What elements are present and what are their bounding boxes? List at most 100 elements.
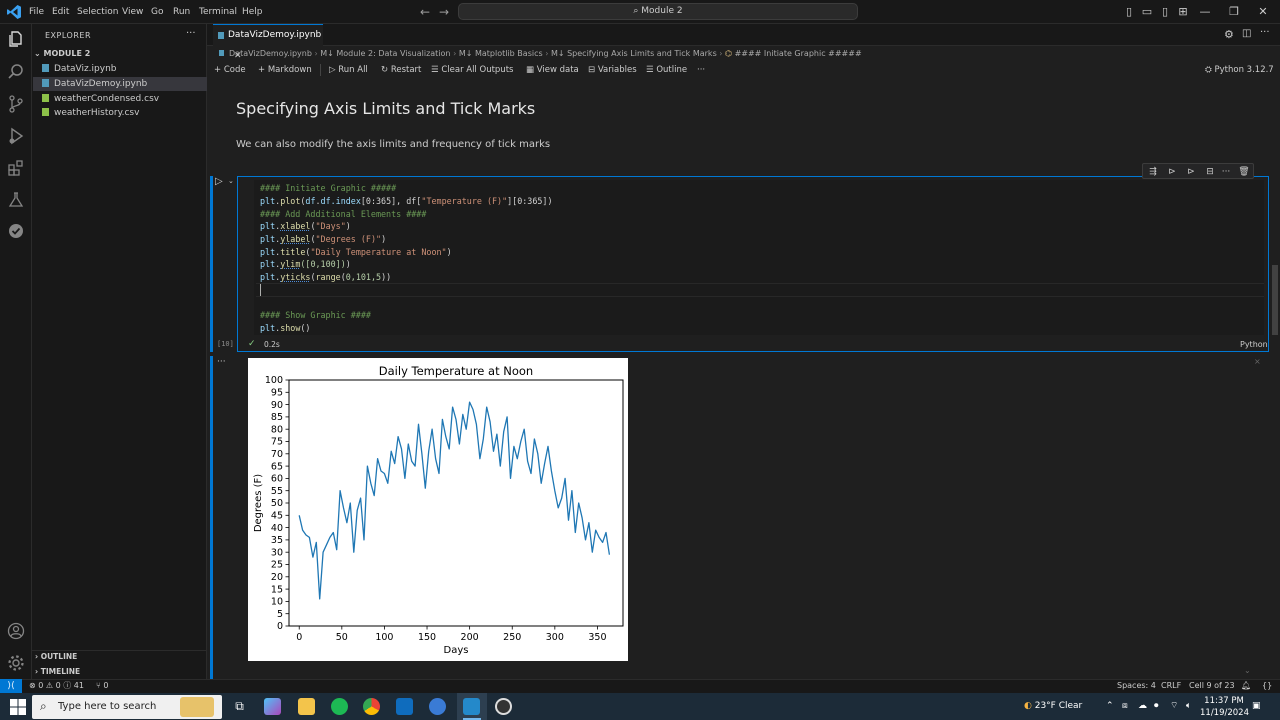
- ports-indicator[interactable]: ⑂ 0: [96, 679, 108, 693]
- variables-button[interactable]: ⊟ Variables: [588, 63, 637, 77]
- notification-center-icon[interactable]: ▣: [1252, 693, 1261, 720]
- todo-icon[interactable]: [429, 698, 446, 715]
- obs-icon[interactable]: [495, 698, 512, 715]
- toggle-secondary-sidebar-icon[interactable]: ▯: [1156, 3, 1174, 21]
- weather-widget[interactable]: ◐ 23°F Clear: [1024, 693, 1082, 720]
- button-label: Run All: [338, 65, 368, 75]
- tree-item-datavizdemoy[interactable]: DataVizDemoy.ipynb: [33, 77, 207, 91]
- view-data-button[interactable]: ▦ View data: [526, 63, 579, 77]
- volume-icon[interactable]: 🔈︎: [1186, 693, 1191, 720]
- windows-start-icon[interactable]: [8, 697, 28, 717]
- timeline-section[interactable]: › TIMELINE: [35, 665, 80, 679]
- extensions-icon[interactable]: [6, 158, 26, 178]
- breadcrumb-item[interactable]: M↓ Matplotlib Basics: [459, 49, 543, 58]
- menu-edit[interactable]: Edit: [52, 0, 69, 24]
- button-label: Markdown: [267, 65, 312, 75]
- testing-flask-icon[interactable]: [6, 190, 26, 210]
- settings-gear-icon[interactable]: ⚙: [1224, 28, 1234, 41]
- run-cell-icon[interactable]: ▷: [215, 176, 227, 188]
- tree-item-weatherhistory[interactable]: weatherHistory.csv: [33, 106, 207, 120]
- symbol-icon: ⌬: [725, 49, 735, 58]
- restore-window-icon[interactable]: ❐: [1225, 3, 1243, 21]
- breadcrumb-item[interactable]: M↓ Specifying Axis Limits and Tick Marks: [551, 49, 717, 58]
- run-all-button[interactable]: ▷ Run All: [329, 63, 368, 77]
- task-view-icon[interactable]: ⧉: [231, 698, 248, 715]
- notifications-bell-icon[interactable]: 🔔︎: [1241, 679, 1251, 693]
- microphone-icon[interactable]: ⏺: [1154, 693, 1159, 720]
- menu-go[interactable]: Go: [151, 0, 163, 24]
- toggle-primary-sidebar-icon[interactable]: ▯: [1120, 3, 1138, 21]
- tab-datavizdemoy[interactable]: DataVizDemoy.ipynb ✕: [213, 24, 323, 61]
- clock-date[interactable]: 11/19/2024: [1200, 708, 1249, 718]
- outlook-icon[interactable]: [396, 698, 413, 715]
- split-cell-icon[interactable]: ⊟: [1204, 166, 1216, 178]
- split-editor-icon[interactable]: ◫: [1242, 28, 1251, 39]
- minimize-window-icon[interactable]: —: [1196, 3, 1214, 21]
- command-center-search[interactable]: ⌕ Module 2: [458, 3, 858, 20]
- toolbar-more-button[interactable]: ···: [697, 63, 705, 77]
- run-by-line-icon[interactable]: ⇶: [1147, 166, 1159, 178]
- customize-layout-icon[interactable]: ⊞: [1174, 3, 1192, 21]
- chrome-icon[interactable]: [363, 698, 380, 715]
- breadcrumb[interactable]: DataVizDemoy.ipynb › M↓ Module 2: Data V…: [219, 47, 862, 61]
- back-arrow-icon[interactable]: ←: [418, 4, 432, 20]
- menu-help[interactable]: Help: [242, 0, 263, 24]
- breadcrumb-item[interactable]: DataVizDemoy.ipynb: [229, 49, 312, 58]
- menu-file[interactable]: File: [29, 0, 44, 24]
- breadcrumb-item[interactable]: #### Initiate Graphic #####: [735, 49, 862, 58]
- menu-run[interactable]: Run: [173, 0, 190, 24]
- remote-indicator[interactable]: ⟩⟨: [0, 679, 22, 693]
- spotify-icon[interactable]: [331, 698, 348, 715]
- search-icon[interactable]: [6, 62, 26, 82]
- output-more-icon[interactable]: ···: [217, 357, 226, 367]
- add-markdown-cell-button[interactable]: + Markdown: [258, 63, 312, 77]
- eol-indicator[interactable]: CRLF: [1161, 679, 1181, 693]
- editor-scrollbar[interactable]: [1272, 265, 1278, 335]
- tray-app-icon[interactable]: ⧈: [1122, 693, 1128, 720]
- explorer-more-icon[interactable]: ···: [186, 28, 196, 39]
- check-circle-icon[interactable]: [6, 221, 26, 241]
- output-close-icon[interactable]: ×: [1254, 357, 1261, 366]
- notebook-file-icon: [218, 32, 224, 39]
- vscode-taskbar-icon[interactable]: [463, 698, 480, 715]
- execute-above-icon[interactable]: ⊳: [1166, 166, 1178, 178]
- clock-time[interactable]: 11:37 PM: [1202, 696, 1246, 706]
- menu-terminal[interactable]: Terminal: [199, 0, 237, 24]
- language-braces-icon[interactable]: {}: [1262, 679, 1272, 693]
- tree-item-weathercondensed[interactable]: weatherCondensed.csv: [33, 92, 207, 106]
- execute-below-icon[interactable]: ⊳: [1185, 166, 1197, 178]
- cell-more-icon[interactable]: ···: [1220, 166, 1232, 178]
- add-code-cell-button[interactable]: + Code: [214, 63, 246, 77]
- folder-module-2[interactable]: ⌄ MODULE 2: [34, 47, 206, 61]
- outline-section[interactable]: › OUTLINE: [35, 650, 77, 664]
- breadcrumb-item[interactable]: M↓ Module 2: Data Visualization: [320, 49, 450, 58]
- explorer-icon[interactable]: [6, 29, 26, 49]
- restart-button[interactable]: ↻ Restart: [381, 63, 421, 77]
- delete-cell-icon[interactable]: 🗑: [1238, 166, 1250, 178]
- tree-item-dataviz[interactable]: DataViz.ipynb: [33, 62, 207, 76]
- cell-language-picker[interactable]: Python: [1240, 340, 1268, 349]
- output-scroll-down-icon[interactable]: ⌄: [1244, 666, 1251, 675]
- settings-gear-icon[interactable]: [6, 653, 26, 673]
- outline-button[interactable]: ☰ Outline: [646, 63, 687, 77]
- forward-arrow-icon[interactable]: →: [437, 4, 451, 20]
- network-icon[interactable]: ⌔: [1170, 693, 1178, 720]
- toggle-panel-icon[interactable]: ▭: [1138, 3, 1156, 21]
- tray-overflow-icon[interactable]: ⌃: [1106, 693, 1114, 720]
- file-explorer-icon[interactable]: [298, 698, 315, 715]
- close-window-icon[interactable]: ✕: [1254, 3, 1272, 21]
- problems-indicator[interactable]: ⊗ 0 ⚠ 0 ⓘ 41: [29, 679, 84, 693]
- menu-view[interactable]: View: [122, 0, 143, 24]
- menu-selection[interactable]: Selection: [77, 0, 118, 24]
- source-control-icon[interactable]: [6, 94, 26, 114]
- onedrive-icon[interactable]: ☁: [1138, 693, 1147, 720]
- run-options-chevron-icon[interactable]: ⌄: [228, 177, 234, 185]
- cell-position-indicator[interactable]: Cell 9 of 23: [1189, 679, 1235, 693]
- clear-all-outputs-button[interactable]: ☰ Clear All Outputs: [431, 63, 513, 77]
- account-icon[interactable]: [6, 621, 26, 641]
- run-debug-icon[interactable]: [6, 126, 26, 146]
- kernel-picker[interactable]: ⛭ Python 3.12.7: [1205, 63, 1274, 77]
- copilot-icon[interactable]: [264, 698, 281, 715]
- indentation-indicator[interactable]: Spaces: 4: [1117, 679, 1156, 693]
- more-actions-icon[interactable]: ···: [1260, 27, 1270, 38]
